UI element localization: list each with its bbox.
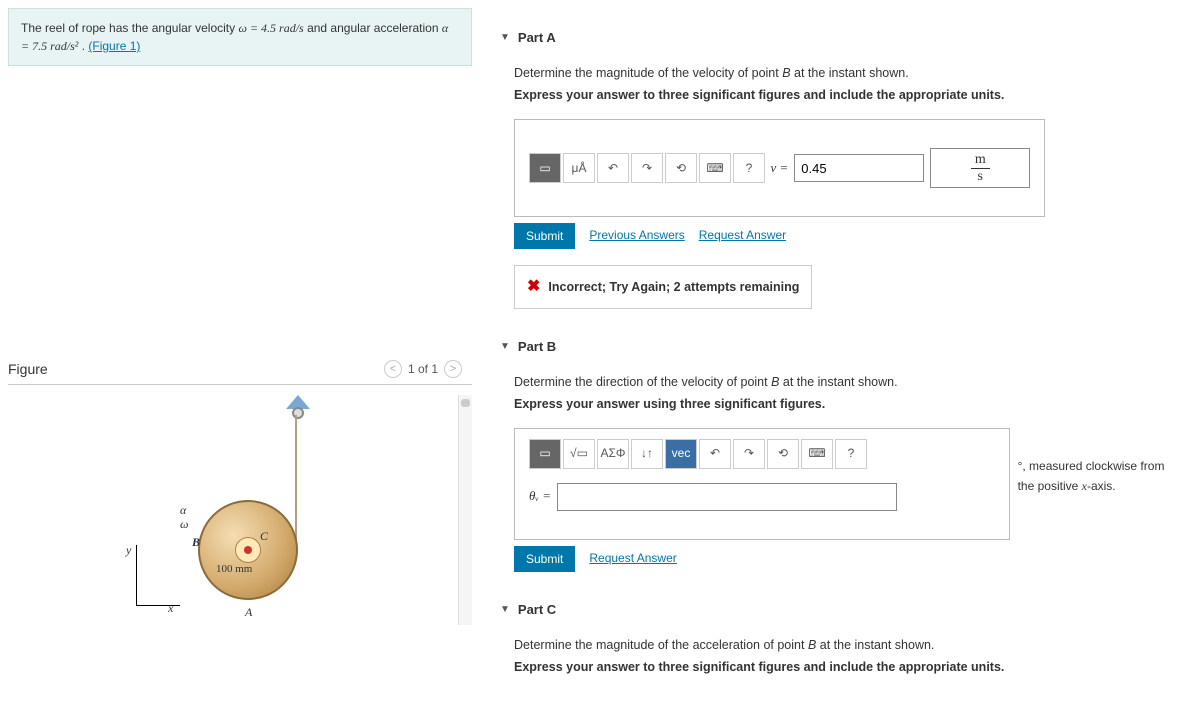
part-b-title: Part B <box>518 339 556 354</box>
part-a-answer-frame: ▭ μÅ ↶ ↷ ⟲ ⌨ ? v = m <box>514 119 1045 217</box>
sort-icon[interactable]: ↓↑ <box>631 439 663 469</box>
figure-section: Figure < 1 of 1 > y x α <box>0 354 480 625</box>
part-a-title: Part A <box>518 30 556 45</box>
right-panel: Part A Determine the magnitude of the ve… <box>480 0 1200 718</box>
figure-canvas: y x α ω B C A 100 mm <box>8 395 472 625</box>
templates-icon[interactable]: ▭ <box>529 439 561 469</box>
part-b-value-input[interactable] <box>557 483 897 511</box>
units-btn[interactable]: μÅ <box>563 153 595 183</box>
label-alpha: α <box>180 503 186 518</box>
figure-scrollbar[interactable] <box>458 395 472 625</box>
label-x: x <box>168 601 173 616</box>
problem-text-a: The reel of rope has the angular velocit… <box>21 21 238 35</box>
part-a-sub: Express your answer to three significant… <box>514 85 1180 105</box>
part-b: Part B Determine the direction of the ve… <box>500 339 1180 572</box>
redo-icon[interactable]: ↷ <box>733 439 765 469</box>
label-omega: ω <box>180 517 188 532</box>
pager-next[interactable]: > <box>444 360 462 378</box>
keyboard-icon[interactable]: ⌨ <box>801 439 833 469</box>
part-a-toolbar: ▭ μÅ ↶ ↷ ⟲ ⌨ ? <box>529 153 767 183</box>
part-b-request-answer[interactable]: Request Answer <box>589 549 676 568</box>
reset-icon[interactable]: ⟲ <box>767 439 799 469</box>
reel <box>198 500 298 600</box>
part-c-title: Part C <box>518 602 556 617</box>
omega-eq: ω = 4.5 rad/s <box>238 21 303 35</box>
label-radius: 100 mm <box>216 563 252 575</box>
axis-x <box>136 605 180 606</box>
label-y: y <box>126 543 131 558</box>
label-C: C <box>260 529 268 544</box>
undo-icon[interactable]: ↶ <box>699 439 731 469</box>
part-c-prompt: Determine the magnitude of the accelerat… <box>514 635 1180 655</box>
part-c-header[interactable]: Part C <box>500 602 1180 617</box>
part-b-sub: Express your answer using three signific… <box>514 394 1180 414</box>
templates-icon[interactable]: ▭ <box>529 153 561 183</box>
axis-y <box>136 545 137 605</box>
problem-text-b: and angular acceleration <box>307 21 442 35</box>
part-b-header[interactable]: Part B <box>500 339 1180 354</box>
part-a-prev-answers[interactable]: Previous Answers <box>589 226 684 245</box>
keyboard-icon[interactable]: ⌨ <box>699 153 731 183</box>
figure-pager: < 1 of 1 > <box>384 360 462 378</box>
part-a-prompt: Determine the magnitude of the velocity … <box>514 63 1180 83</box>
part-a-unit[interactable]: m s <box>930 148 1030 188</box>
part-b-suffix: °, measured clockwise from the positive … <box>1018 457 1180 495</box>
part-a-feedback: ✖ Incorrect; Try Again; 2 attempts remai… <box>514 265 812 309</box>
problem-statement: The reel of rope has the angular velocit… <box>8 8 472 66</box>
help-icon[interactable]: ? <box>835 439 867 469</box>
pager-prev[interactable]: < <box>384 360 402 378</box>
part-c-sub: Express your answer to three significant… <box>514 657 1180 677</box>
part-c: Part C Determine the magnitude of the ac… <box>500 602 1180 677</box>
left-panel: The reel of rope has the angular velocit… <box>0 0 480 718</box>
label-B: B <box>192 535 200 550</box>
sqrt-icon[interactable]: √▭ <box>563 439 595 469</box>
part-b-answer-frame: ▭ √▭ ΑΣΦ ↓↑ vec ↶ ↷ ⟲ ⌨ ? θᵥ = <box>514 428 1010 540</box>
figure-link[interactable]: (Figure 1) <box>88 39 140 53</box>
part-a-request-answer[interactable]: Request Answer <box>699 226 786 245</box>
part-b-submit[interactable]: Submit <box>514 546 575 572</box>
label-A: A <box>245 605 252 620</box>
figure-title: Figure <box>8 361 48 377</box>
part-b-prompt: Determine the direction of the velocity … <box>514 372 1180 392</box>
reset-icon[interactable]: ⟲ <box>665 153 697 183</box>
incorrect-icon: ✖ <box>527 274 540 300</box>
part-b-toolbar: ▭ √▭ ΑΣΦ ↓↑ vec ↶ ↷ ⟲ ⌨ ? <box>529 439 869 469</box>
rope <box>295 415 297 553</box>
undo-icon[interactable]: ↶ <box>597 153 629 183</box>
part-b-var: θᵥ = <box>529 486 551 507</box>
part-a-submit[interactable]: Submit <box>514 223 575 249</box>
part-a-header[interactable]: Part A <box>500 30 1180 45</box>
part-a-var: v = <box>770 158 788 179</box>
part-a: Part A Determine the magnitude of the ve… <box>500 30 1180 309</box>
pulley-icon <box>283 395 313 421</box>
help-icon[interactable]: ? <box>733 153 765 183</box>
pager-text: 1 of 1 <box>408 362 438 376</box>
redo-icon[interactable]: ↷ <box>631 153 663 183</box>
vec-btn[interactable]: vec <box>665 439 697 469</box>
part-a-value-input[interactable] <box>794 154 924 182</box>
greek-btn[interactable]: ΑΣΦ <box>597 439 629 469</box>
